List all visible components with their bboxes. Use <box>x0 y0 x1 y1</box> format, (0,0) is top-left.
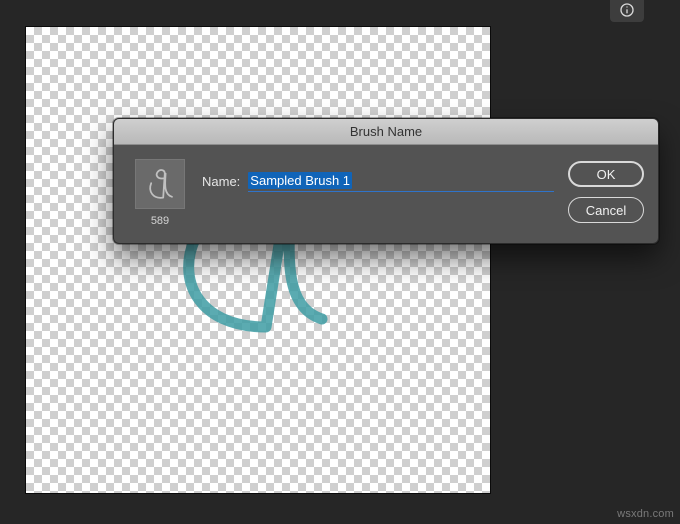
transparency-grid <box>26 27 490 493</box>
cancel-button[interactable]: Cancel <box>568 197 644 223</box>
brush-thumbnail-column: 589 <box>132 159 188 227</box>
dialog-title: Brush Name <box>350 124 422 139</box>
name-label: Name: <box>202 174 240 189</box>
name-field-row: Name: Sampled Brush 1 <box>202 159 554 192</box>
dialog-buttons: OK Cancel <box>568 159 644 223</box>
dialog-titlebar[interactable]: Brush Name <box>114 119 658 145</box>
info-button[interactable] <box>610 0 644 22</box>
dialog-body: 589 Name: Sampled Brush 1 OK Cancel <box>114 145 658 243</box>
info-icon <box>619 2 635 21</box>
name-input-wrap[interactable]: Sampled Brush 1 <box>248 171 554 192</box>
ok-button[interactable]: OK <box>568 161 644 187</box>
brush-thumbnail <box>135 159 185 209</box>
watermark: wsxdn.com <box>617 508 674 520</box>
document-canvas[interactable] <box>26 27 490 493</box>
brush-name-dialog: Brush Name 589 Name: Sampled Brush 1 OK … <box>113 118 659 244</box>
name-input[interactable] <box>248 171 554 191</box>
brush-size-label: 589 <box>151 215 169 227</box>
